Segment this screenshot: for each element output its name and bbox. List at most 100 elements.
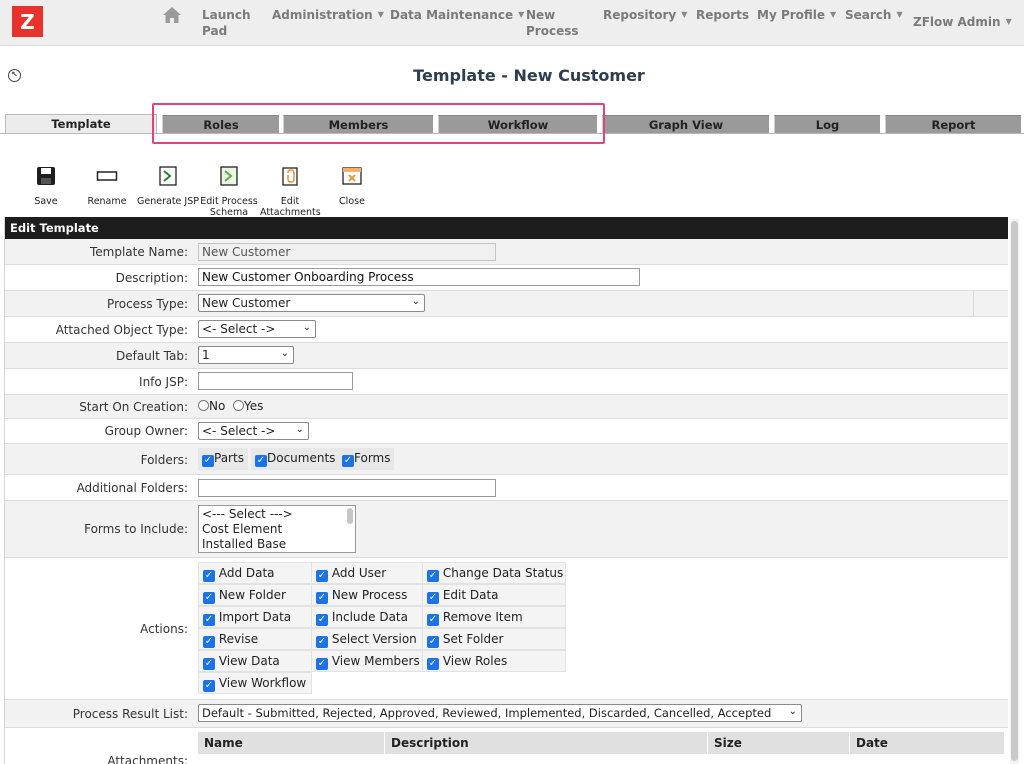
checkbox-checked-icon[interactable]: ✓	[316, 658, 328, 670]
nav-data-maintenance[interactable]: Data Maintenance ▼	[390, 7, 524, 23]
info-jsp-field[interactable]	[198, 372, 353, 390]
start-no-radio[interactable]	[198, 400, 209, 411]
checkbox-checked-icon[interactable]: ✓	[203, 680, 215, 692]
default-tab-select[interactable]: 1 ⌄	[198, 346, 294, 364]
tab-log[interactable]: Log	[774, 115, 880, 133]
action-include-data[interactable]: ✓ Include Data	[311, 606, 423, 628]
list-item[interactable]: Cost Element	[202, 522, 352, 537]
action-new-process[interactable]: ✓ New Process	[311, 584, 423, 606]
checkbox-checked-icon[interactable]: ✓	[427, 658, 439, 670]
edit-process-schema-button[interactable]: Edit Process Schema	[200, 165, 258, 218]
close-button[interactable]: Close	[334, 165, 370, 207]
checkbox-checked-icon[interactable]: ✓	[342, 455, 354, 467]
checkbox-checked-icon[interactable]: ✓	[316, 592, 328, 604]
page-scrollbar[interactable]	[1010, 219, 1019, 764]
checkbox-checked-icon[interactable]: ✓	[203, 636, 215, 648]
forms-to-include-listbox[interactable]: <--- Select ---> Cost Element Installed …	[198, 505, 356, 553]
checkbox-checked-icon[interactable]: ✓	[427, 636, 439, 648]
folder-parts[interactable]: ✓ Parts	[198, 448, 248, 470]
attached-object-type-label: Attached Object Type:	[55, 323, 188, 337]
start-on-creation-options: No Yes	[198, 399, 263, 413]
edit-attachments-button[interactable]: Edit Attachments	[260, 165, 321, 218]
checkbox-checked-icon[interactable]: ✓	[316, 614, 328, 626]
row-process-type: Process Type: New Customer ⌄	[5, 291, 1008, 317]
zflow-logo[interactable]: Z	[12, 6, 43, 37]
checkbox-checked-icon[interactable]: ✓	[203, 570, 215, 582]
additional-folders-field[interactable]	[198, 479, 496, 497]
nav-administration[interactable]: Administration ▼	[272, 7, 384, 23]
close-icon	[342, 167, 362, 185]
rename-button[interactable]: Rename	[86, 165, 128, 207]
action-add-data[interactable]: ✓ Add Data	[198, 562, 312, 584]
tab-highlight-box	[152, 103, 605, 144]
action-view-data[interactable]: ✓ View Data	[198, 650, 312, 672]
action-set-folder[interactable]: ✓ Set Folder	[422, 628, 566, 650]
action-edit-data[interactable]: ✓ Edit Data	[422, 584, 566, 606]
nav-repository[interactable]: Repository ▼	[603, 7, 687, 23]
user-menu[interactable]: ZFlow Admin ▼	[913, 14, 1012, 30]
column-date[interactable]: Date	[849, 732, 1004, 754]
nav-search[interactable]: Search ▼	[845, 7, 903, 23]
checkbox-checked-icon[interactable]: ✓	[316, 636, 328, 648]
action-view-workflow[interactable]: ✓ View Workflow	[198, 672, 312, 694]
process-type-select[interactable]: New Customer ⌄	[198, 294, 425, 312]
tab-graph-view[interactable]: Graph View	[602, 115, 769, 133]
home-icon[interactable]	[162, 6, 182, 24]
action-change-data-status[interactable]: ✓ Change Data Status	[422, 562, 566, 584]
checkbox-checked-icon[interactable]: ✓	[255, 455, 267, 467]
description-label: Description:	[115, 271, 188, 285]
checkbox-checked-icon[interactable]: ✓	[203, 592, 215, 604]
chevron-down-icon: ⌄	[302, 322, 311, 333]
group-owner-select[interactable]: <- Select -> ⌄	[198, 422, 309, 440]
action-select-version[interactable]: ✓ Select Version	[311, 628, 423, 650]
checkbox-checked-icon[interactable]: ✓	[427, 614, 439, 626]
start-on-creation-label: Start On Creation:	[79, 400, 188, 414]
checkbox-checked-icon[interactable]: ✓	[427, 592, 439, 604]
save-button[interactable]: Save	[30, 165, 62, 207]
listbox-scrollbar[interactable]	[347, 508, 353, 524]
nav-launch-pad[interactable]: Launch Pad	[202, 7, 251, 39]
list-item[interactable]: <--- Select --->	[202, 507, 352, 522]
scrollbar-thumb[interactable]	[1011, 221, 1018, 761]
nav-new-process[interactable]: New Process	[526, 7, 579, 39]
column-size[interactable]: Size	[707, 732, 849, 754]
checkbox-checked-icon[interactable]: ✓	[316, 570, 328, 582]
folder-documents[interactable]: ✓ Documents	[251, 448, 340, 470]
chevron-down-icon: ⌄	[280, 348, 289, 359]
chevron-down-icon: ▼	[830, 10, 837, 19]
action-remove-item[interactable]: ✓ Remove Item	[422, 606, 566, 628]
folder-forms[interactable]: ✓ Forms	[338, 448, 395, 470]
attached-object-type-select[interactable]: <- Select -> ⌄	[198, 320, 316, 338]
column-description[interactable]: Description	[384, 732, 707, 754]
generate-jsp-button[interactable]: Generate JSP	[136, 165, 200, 207]
row-folders: Folders: ✓ Parts ✓ Documents ✓ Forms	[5, 444, 1008, 475]
cell-divider	[973, 291, 974, 317]
top-navigation-bar: Z Launch Pad Administration ▼ Data Mainte…	[0, 0, 1024, 46]
attachments-label: Attachments:	[107, 754, 188, 764]
chevron-down-icon: ⌄	[788, 706, 797, 717]
action-add-user[interactable]: ✓ Add User	[311, 562, 423, 584]
row-attached-object-type: Attached Object Type: <- Select -> ⌄	[5, 317, 1008, 343]
action-view-roles[interactable]: ✓ View Roles	[422, 650, 566, 672]
action-revise[interactable]: ✓ Revise	[198, 628, 312, 650]
action-new-folder[interactable]: ✓ New Folder	[198, 584, 312, 606]
action-import-data[interactable]: ✓ Import Data	[198, 606, 312, 628]
tab-report[interactable]: Report	[885, 115, 1021, 133]
tab-template[interactable]: Template	[5, 114, 157, 134]
checkbox-checked-icon[interactable]: ✓	[427, 570, 439, 582]
process-result-list-select[interactable]: Default - Submitted, Rejected, Approved,…	[198, 704, 802, 722]
nav-reports[interactable]: Reports	[696, 7, 749, 23]
start-yes-radio[interactable]	[232, 400, 244, 411]
folders-label: Folders:	[140, 453, 188, 467]
checkbox-checked-icon[interactable]: ✓	[202, 455, 214, 467]
chevron-down-icon: ▼	[518, 10, 525, 19]
action-view-members[interactable]: ✓ View Members	[311, 650, 423, 672]
checkbox-checked-icon[interactable]: ✓	[203, 614, 215, 626]
list-item[interactable]: Installed Base	[202, 537, 352, 552]
nav-my-profile[interactable]: My Profile ▼	[757, 7, 836, 23]
chevron-down-icon: ▼	[377, 10, 384, 19]
column-name[interactable]: Name	[198, 732, 384, 754]
row-start-on-creation: Start On Creation: No Yes	[5, 395, 1008, 419]
checkbox-checked-icon[interactable]: ✓	[203, 658, 215, 670]
description-field[interactable]: New Customer Onboarding Process	[198, 268, 640, 286]
